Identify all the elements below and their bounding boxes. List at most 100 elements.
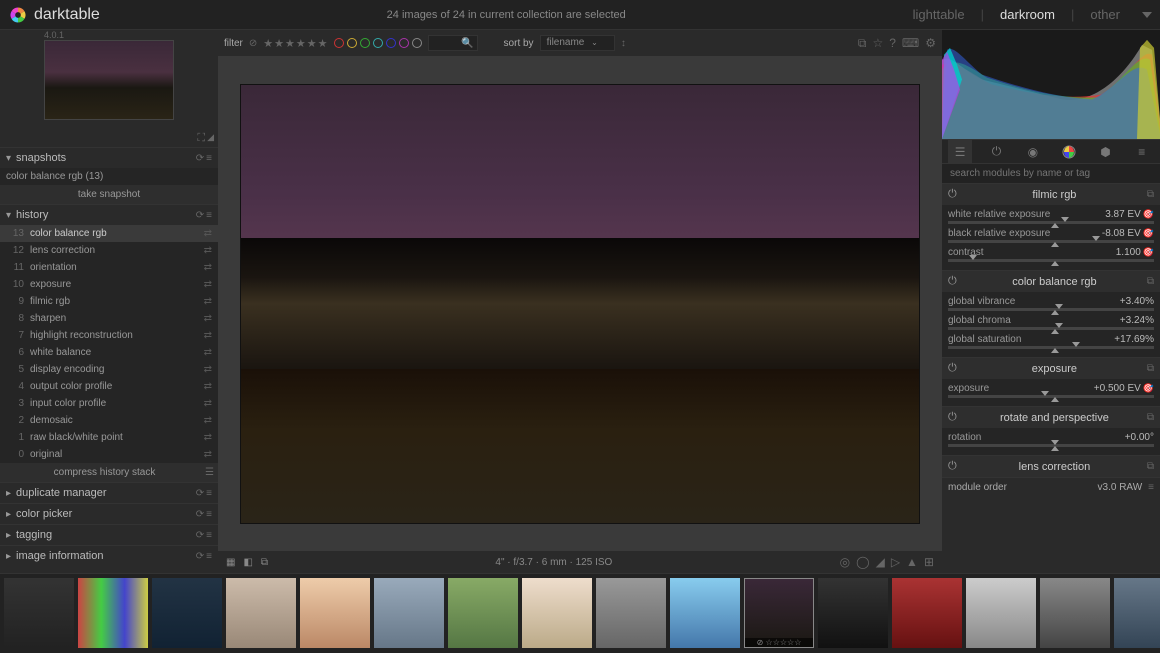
base-tab[interactable]: ◉ bbox=[1021, 140, 1045, 164]
popout-icon[interactable]: ⧉ bbox=[1147, 461, 1154, 472]
reset-icon[interactable]: ⟳ bbox=[196, 530, 204, 541]
slider-track[interactable] bbox=[948, 240, 1154, 243]
history-item[interactable]: 7highlight reconstruction⇄ bbox=[0, 327, 218, 344]
history-item[interactable]: 6white balance⇄ bbox=[0, 344, 218, 361]
filmstrip-thumbnail[interactable] bbox=[670, 578, 740, 648]
snapshot-item[interactable]: color balance rgb (13) bbox=[0, 168, 218, 185]
reset-icon[interactable]: ⟳ bbox=[196, 551, 204, 562]
popout-icon[interactable]: ⧉ bbox=[1147, 363, 1154, 374]
filmstrip-thumbnail[interactable] bbox=[374, 578, 444, 648]
effect-tab[interactable]: ≡ bbox=[1130, 140, 1154, 164]
popout-icon[interactable]: ⧉ bbox=[1147, 412, 1154, 423]
filmstrip-thumbnail[interactable] bbox=[152, 578, 222, 648]
menu-icon[interactable]: ≡ bbox=[206, 153, 212, 164]
filmstrip-thumbnail[interactable] bbox=[78, 578, 148, 648]
module-order[interactable]: module order v3.0 RAW ≡ bbox=[942, 478, 1160, 497]
slider-track[interactable] bbox=[948, 259, 1154, 262]
color-picker-icon[interactable]: 🎯 bbox=[1143, 209, 1154, 220]
module-search-input[interactable] bbox=[948, 166, 1154, 181]
popout-icon[interactable]: ⧉ bbox=[1147, 189, 1154, 200]
filmstrip-thumbnail[interactable] bbox=[892, 578, 962, 648]
navigation-thumbnail[interactable] bbox=[0, 30, 218, 130]
history-item[interactable]: 2demosaic⇄ bbox=[0, 412, 218, 429]
filmstrip-thumbnail[interactable] bbox=[522, 578, 592, 648]
softproof-icon[interactable]: ▲ bbox=[906, 555, 918, 569]
filmstrip-thumbnail[interactable] bbox=[4, 578, 74, 648]
sort-direction-icon[interactable]: ↕ bbox=[621, 38, 626, 49]
collapse-icon[interactable]: ◢ bbox=[207, 132, 214, 145]
compress-history-button[interactable]: compress history stack ☰ bbox=[0, 463, 218, 482]
view-dropdown-icon[interactable] bbox=[1142, 12, 1152, 18]
power-icon[interactable]: ⏻ bbox=[948, 275, 962, 288]
overexposed-icon[interactable]: ◢ bbox=[876, 555, 885, 569]
reset-icon[interactable]: ⟳ bbox=[196, 488, 204, 499]
filmstrip-thumbnail[interactable] bbox=[226, 578, 296, 648]
history-item[interactable]: 10exposure⇄ bbox=[0, 276, 218, 293]
favorite-icon[interactable]: ☆ bbox=[872, 36, 883, 51]
slider-track[interactable] bbox=[948, 327, 1154, 330]
color-picker-icon[interactable]: 🎯 bbox=[1143, 228, 1154, 239]
history-item[interactable]: 1raw black/white point⇄ bbox=[0, 429, 218, 446]
menu-icon[interactable]: ≡ bbox=[206, 551, 212, 562]
color-label-dot[interactable] bbox=[386, 38, 396, 48]
second-window-icon[interactable]: ⧉ bbox=[261, 557, 268, 568]
filmstrip-thumbnail[interactable] bbox=[448, 578, 518, 648]
reset-icon[interactable]: ⟳ bbox=[196, 509, 204, 520]
preferences-icon[interactable]: ⚙ bbox=[925, 36, 936, 51]
lens-header[interactable]: ⏻ lens correction ⧉ bbox=[942, 456, 1160, 477]
active-modules-tab[interactable]: ⏻ bbox=[984, 140, 1008, 164]
history-item[interactable]: 11orientation⇄ bbox=[0, 259, 218, 276]
color-picker-icon[interactable]: 🎯 bbox=[1143, 383, 1154, 394]
history-item[interactable]: 0original⇄ bbox=[0, 446, 218, 463]
history-item[interactable]: 8sharpen⇄ bbox=[0, 310, 218, 327]
view-darkroom[interactable]: darkroom bbox=[1000, 7, 1055, 22]
help-icon[interactable]: ? bbox=[889, 36, 896, 51]
take-snapshot-button[interactable]: take snapshot bbox=[0, 185, 218, 204]
colorbal-header[interactable]: ⏻ color balance rgb ⧉ bbox=[942, 271, 1160, 292]
rotate-header[interactable]: ⏻ rotate and perspective ⧉ bbox=[942, 407, 1160, 428]
color-label-dot[interactable] bbox=[412, 38, 422, 48]
reset-icon[interactable]: ⟳ bbox=[196, 210, 204, 221]
sort-dropdown[interactable]: filename ⌄ bbox=[540, 35, 615, 51]
filmstrip-thumbnail[interactable] bbox=[818, 578, 888, 648]
styles-icon[interactable]: ◧ bbox=[243, 557, 252, 568]
slider-track[interactable] bbox=[948, 444, 1154, 447]
guides-icon[interactable]: ⊞ bbox=[924, 555, 934, 569]
menu-icon[interactable]: ≡ bbox=[206, 210, 212, 221]
menu-icon[interactable]: ≡ bbox=[206, 488, 212, 499]
slider-track[interactable] bbox=[948, 308, 1154, 311]
star-icon[interactable]: ★ bbox=[263, 37, 273, 50]
history-item[interactable]: 5display encoding⇄ bbox=[0, 361, 218, 378]
gamut-icon[interactable]: ▷ bbox=[891, 555, 900, 569]
star-icon[interactable]: ★ bbox=[296, 37, 306, 50]
snapshots-header[interactable]: ▾ snapshots ⟳ ≡ bbox=[0, 148, 218, 168]
history-item[interactable]: 4output color profile⇄ bbox=[0, 378, 218, 395]
expand-icon[interactable]: ⛶ bbox=[197, 132, 205, 145]
view-lighttable[interactable]: lighttable bbox=[913, 7, 965, 22]
filmstrip-thumbnail[interactable]: ⊘ ☆☆☆☆☆ bbox=[744, 578, 814, 648]
filmstrip-thumbnail[interactable] bbox=[966, 578, 1036, 648]
view-other[interactable]: other bbox=[1090, 7, 1120, 22]
image-canvas[interactable] bbox=[218, 56, 942, 551]
menu-icon[interactable]: ≡ bbox=[1148, 482, 1154, 493]
iso-icon[interactable]: ◯ bbox=[856, 555, 869, 569]
slider-track[interactable] bbox=[948, 395, 1154, 398]
star-icon[interactable]: ★ bbox=[318, 37, 328, 50]
styles-icon[interactable]: ☰ bbox=[205, 467, 214, 478]
history-header[interactable]: ▾ history ⟳ ≡ bbox=[0, 205, 218, 225]
slider-track[interactable] bbox=[948, 221, 1154, 224]
shortcuts-icon[interactable]: ⌨ bbox=[902, 36, 919, 51]
power-icon[interactable]: ⏻ bbox=[948, 362, 962, 375]
color-tab[interactable] bbox=[1057, 140, 1081, 164]
text-filter[interactable]: 🔍 bbox=[428, 35, 478, 51]
color-label-dot[interactable] bbox=[373, 38, 383, 48]
tagging-header[interactable]: ▸tagging⟳ ≡ bbox=[0, 525, 218, 545]
menu-icon[interactable]: ≡ bbox=[206, 509, 212, 520]
color-label-dot[interactable] bbox=[360, 38, 370, 48]
popout-icon[interactable]: ⧉ bbox=[1147, 276, 1154, 287]
filmstrip-thumbnail[interactable] bbox=[1114, 578, 1160, 648]
star-icon[interactable]: ★ bbox=[307, 37, 317, 50]
duplicate-manager-header[interactable]: ▸duplicate manager⟳ ≡ bbox=[0, 483, 218, 503]
exposure-header[interactable]: ⏻ exposure ⧉ bbox=[942, 358, 1160, 379]
quick-access-icon[interactable]: ▦ bbox=[226, 557, 235, 568]
